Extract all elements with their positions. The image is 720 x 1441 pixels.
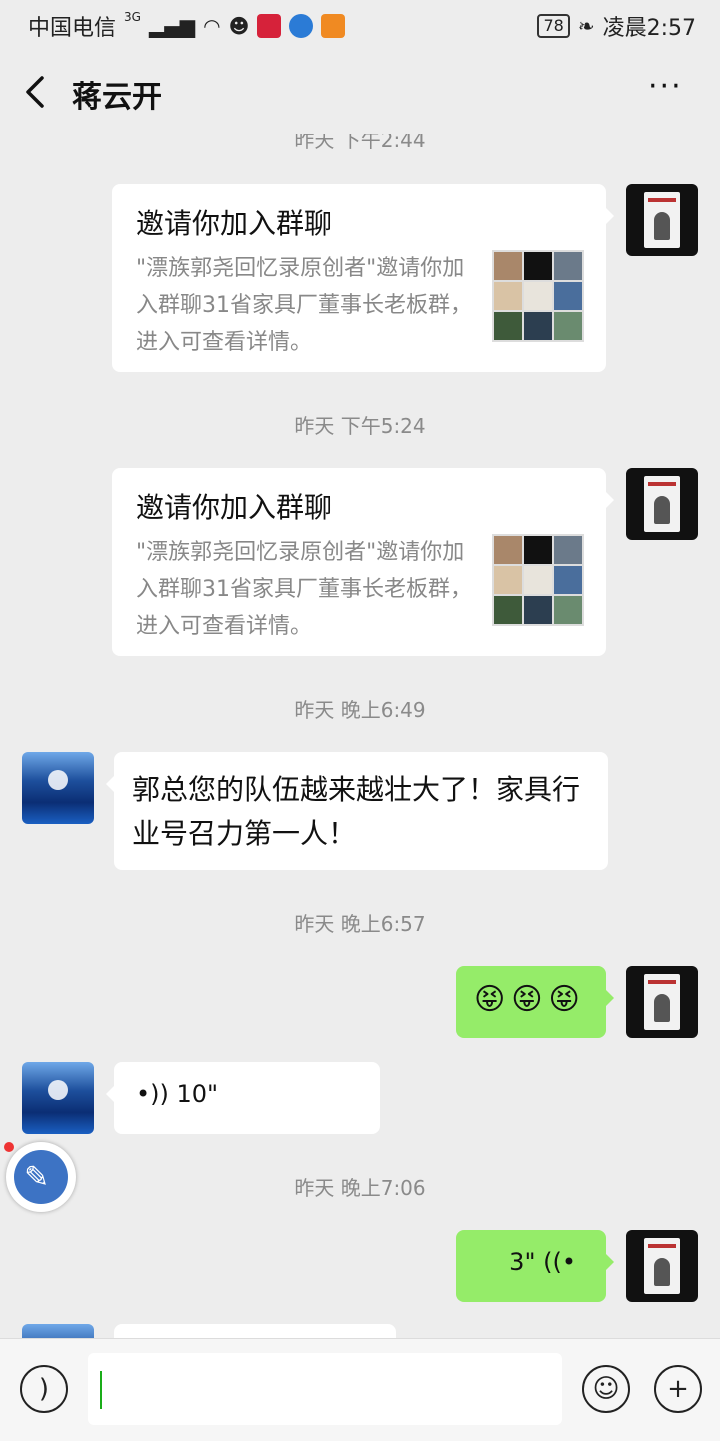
voice-message[interactable]: •)) 10" <box>106 1062 380 1134</box>
app-video-icon <box>321 14 346 38</box>
timestamp: 昨天 晚上6:57 <box>294 912 426 936</box>
chat-title: 蒋云开 <box>72 80 162 115</box>
voice-icon: ) <box>38 1374 50 1404</box>
contact-avatar[interactable] <box>22 1062 94 1134</box>
more-button[interactable]: ··· <box>648 72 688 112</box>
status-bar: 中国电信 3G ▂▄▆ ◠ ☻ 78 ❧ 凌晨2:57 <box>0 0 720 50</box>
text-caret <box>100 1371 102 1409</box>
qq-icon: ☻ <box>228 14 250 38</box>
voice-toggle-button[interactable]: ) <box>20 1365 68 1413</box>
group-invite-card[interactable]: 邀请你加入群聊 "漂族郭尧回忆录原创者"邀请你加入群聊31省家具厂董事长老板群，… <box>112 184 614 372</box>
leaf-icon: ❧ <box>577 14 595 38</box>
app-red-icon <box>257 14 282 38</box>
voice-duration: 3" ((• <box>509 1248 576 1276</box>
plus-icon: + <box>667 1374 689 1404</box>
status-right: 78 ❧ 凌晨2:57 <box>537 10 696 42</box>
group-thumbnail <box>492 250 584 342</box>
invite-title: 邀请你加入群聊 <box>136 207 333 240</box>
signal-icon: ▂▄▆ <box>148 14 196 38</box>
message-text: 郭总您的队伍越来越壮大了！家具行业号召力第一人！ <box>132 773 581 850</box>
voice-message[interactable]: 3" ((• <box>456 1230 614 1302</box>
timestamp: 昨天 下午5:24 <box>294 414 426 438</box>
carrier-label: 中国电信 <box>28 16 117 41</box>
partial-message[interactable] <box>114 1324 396 1338</box>
invite-description: "漂族郭尧回忆录原创者"邀请你加入群聊31省家具厂董事长老板群，进入可查看详情。 <box>136 540 472 639</box>
chat-history[interactable]: 昨天 下午2:44 邀请你加入群聊 "漂族郭尧回忆录原创者"邀请你加入群聊31省… <box>0 134 720 1338</box>
contact-avatar[interactable] <box>22 1324 94 1338</box>
own-avatar[interactable] <box>626 184 698 256</box>
own-avatar[interactable] <box>626 1230 698 1302</box>
chat-header: 蒋云开 ··· <box>0 50 720 134</box>
brush-icon: ✎ <box>24 1160 50 1195</box>
input-bar: ) ☺ + <box>0 1338 720 1441</box>
smile-icon: ☺ <box>592 1374 620 1404</box>
clock-label: 凌晨2:57 <box>602 16 696 41</box>
message-input[interactable] <box>88 1353 562 1425</box>
timestamp: 昨天 晚上7:06 <box>294 1176 426 1200</box>
back-button[interactable] <box>20 72 56 112</box>
invite-title: 邀请你加入群聊 <box>136 491 333 524</box>
own-avatar[interactable] <box>626 966 698 1038</box>
group-thumbnail <box>492 534 584 626</box>
timestamp: 昨天 下午2:44 <box>294 134 426 152</box>
battery-indicator: 78 <box>537 14 570 38</box>
emoji-message[interactable]: 😝😝😝 <box>456 966 614 1038</box>
emoji-content: 😝😝😝 <box>474 982 586 1017</box>
contact-avatar[interactable] <box>22 752 94 824</box>
emoji-button[interactable]: ☺ <box>582 1365 630 1413</box>
status-left: 中国电信 3G ▂▄▆ ◠ ☻ <box>28 10 346 42</box>
app-browser-icon <box>289 14 314 38</box>
text-message[interactable]: 郭总您的队伍越来越壮大了！家具行业号召力第一人！ <box>106 752 608 870</box>
invite-description: "漂族郭尧回忆录原创者"邀请你加入群聊31省家具厂董事长老板群，进入可查看详情。 <box>136 256 472 355</box>
wifi-icon: ◠ <box>203 14 221 38</box>
timestamp: 昨天 晚上6:49 <box>294 698 426 722</box>
own-avatar[interactable] <box>626 468 698 540</box>
group-invite-card[interactable]: 邀请你加入群聊 "漂族郭尧回忆录原创者"邀请你加入群聊31省家具厂董事长老板群，… <box>112 468 614 656</box>
add-button[interactable]: + <box>654 1365 702 1413</box>
notification-dot <box>4 1142 14 1152</box>
chevron-left-icon <box>26 76 44 108</box>
voice-duration: •)) 10" <box>136 1080 219 1108</box>
network-label: 3G <box>124 10 141 24</box>
